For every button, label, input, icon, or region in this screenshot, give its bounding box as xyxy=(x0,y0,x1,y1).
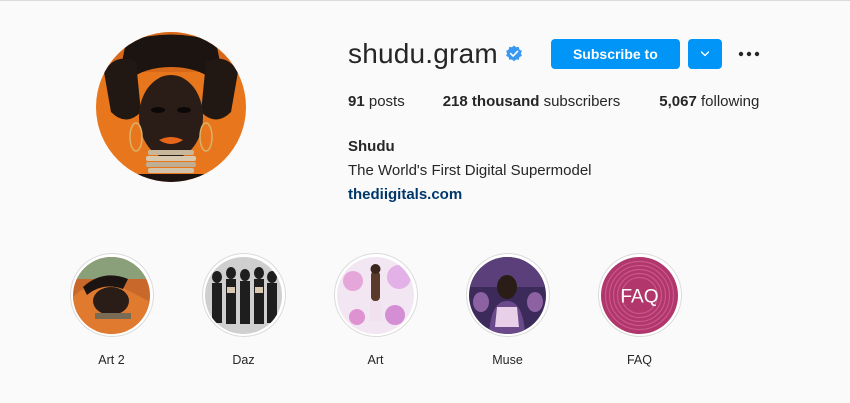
highlight-daz[interactable]: Daz xyxy=(200,253,287,368)
posts-label: posts xyxy=(364,93,405,110)
profile-header: shudu.gram Subscribe to 91 posts 218 tho… xyxy=(348,37,828,207)
highlight-faq[interactable]: FAQ FAQ xyxy=(596,253,683,368)
highlight-label: Art 2 xyxy=(98,353,125,367)
highlight-label: FAQ xyxy=(626,353,652,367)
following-label: following xyxy=(696,93,760,110)
profile-bio: Shudu The World's First Digital Supermod… xyxy=(348,135,828,207)
username: shudu.gram xyxy=(348,38,498,69)
verified-badge-icon xyxy=(505,45,523,63)
highlight-cover xyxy=(205,256,282,334)
faq-cover-text: FAQ xyxy=(620,286,658,307)
suggestions-dropdown-button[interactable] xyxy=(687,39,722,69)
subscribe-button[interactable]: Subscribe to xyxy=(550,39,680,69)
website-link[interactable]: thediigitals.com xyxy=(348,186,462,203)
more-options-button[interactable] xyxy=(736,39,762,69)
posts-count: 91 xyxy=(348,93,365,110)
title-row: shudu.gram Subscribe to xyxy=(348,37,828,71)
highlight-label: Art xyxy=(367,353,384,367)
highlight-label: Muse xyxy=(492,353,523,367)
following-stat[interactable]: 5,067 following xyxy=(659,93,759,111)
highlight-art[interactable]: Art xyxy=(332,253,419,368)
highlight-muse[interactable]: Muse xyxy=(464,253,551,368)
profile-photo xyxy=(96,32,246,182)
subscribers-label: subscribers xyxy=(539,93,621,110)
highlight-label: Daz xyxy=(232,353,255,367)
highlight-art-2[interactable]: Art 2 xyxy=(68,253,155,368)
highlight-cover xyxy=(469,256,546,334)
highlight-ring: FAQ xyxy=(597,253,682,337)
subscribers-count: 218 thousand xyxy=(442,93,540,110)
story-highlights: Art 2 Daz Art Muse FAQ FAQ xyxy=(68,253,728,368)
highlight-cover xyxy=(337,256,414,334)
posts-stat: 91 posts xyxy=(348,93,405,111)
following-count: 5,067 xyxy=(659,93,697,110)
highlight-ring xyxy=(69,253,154,337)
profile-stats: 91 posts 218 thousand subscribers 5,067 … xyxy=(348,93,828,111)
highlight-cover xyxy=(73,256,150,334)
subscribers-stat[interactable]: 218 thousand subscribers xyxy=(443,93,621,111)
highlight-ring xyxy=(333,253,418,337)
chevron-down-icon xyxy=(700,51,710,57)
highlight-cover: FAQ xyxy=(601,256,678,334)
full-name: Shudu xyxy=(348,138,395,155)
bio-text: The World's First Digital Supermodel xyxy=(348,162,592,179)
highlight-ring xyxy=(201,253,286,337)
highlight-ring xyxy=(465,253,550,337)
profile-avatar[interactable] xyxy=(96,32,246,182)
profile-page: shudu.gram Subscribe to 91 posts 218 tho… xyxy=(0,0,850,403)
more-options-icon xyxy=(738,51,760,57)
